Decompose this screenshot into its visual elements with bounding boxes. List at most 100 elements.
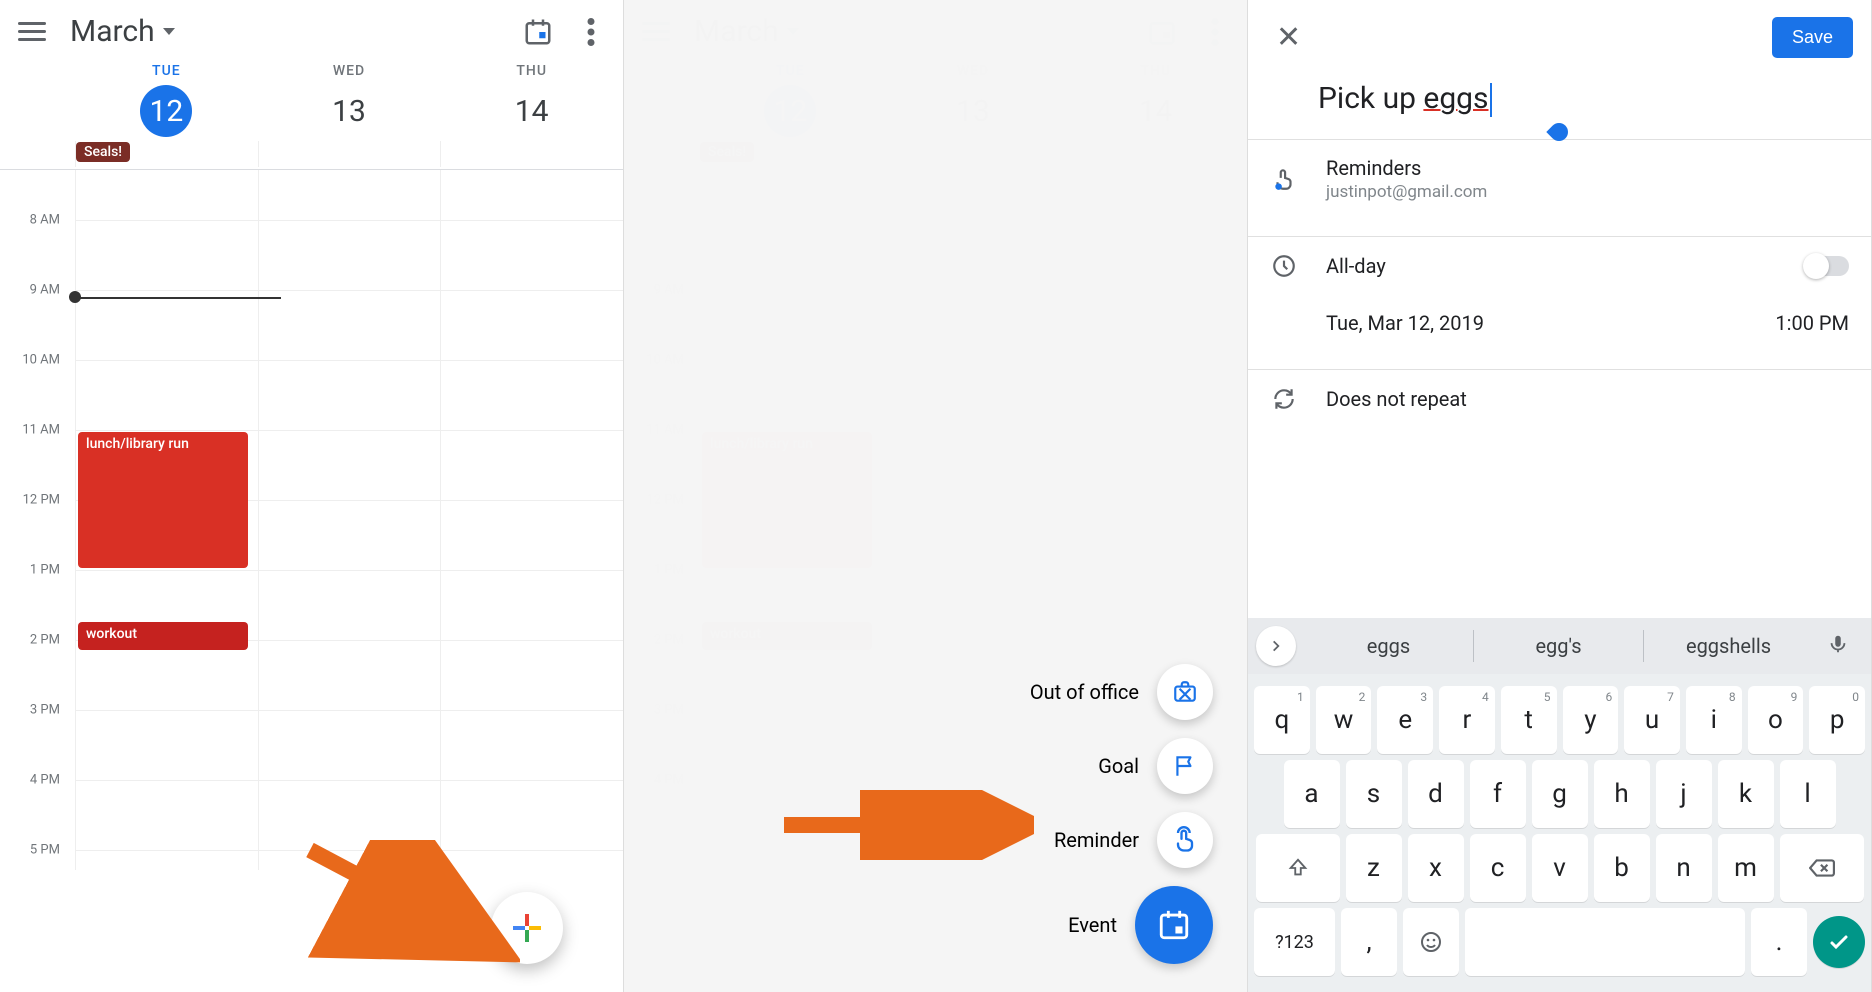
speeddial-label: Event <box>1068 913 1117 937</box>
event-workout[interactable]: workout <box>78 622 248 650</box>
hour-label: 3 PM <box>0 703 70 718</box>
key-k[interactable]: k <box>1718 760 1774 828</box>
key-r[interactable]: r4 <box>1439 686 1495 754</box>
hour-label: 12 PM <box>0 493 70 508</box>
repeat-row[interactable]: Does not repeat <box>1248 370 1871 428</box>
key-h[interactable]: h <box>1594 760 1650 828</box>
flag-icon <box>1157 738 1213 794</box>
key-t[interactable]: t5 <box>1501 686 1557 754</box>
key-e[interactable]: e3 <box>1377 686 1433 754</box>
suggestion-expand-icon[interactable] <box>1256 626 1296 666</box>
finger-tap-icon <box>1270 166 1298 192</box>
shift-icon <box>1287 857 1309 879</box>
key-c[interactable]: c <box>1470 834 1526 902</box>
backspace-icon <box>1809 858 1835 878</box>
create-fab[interactable] <box>491 892 563 964</box>
month-label: March <box>70 14 155 49</box>
hour-label: 10 AM <box>0 353 70 368</box>
key-backspace[interactable] <box>1780 834 1864 902</box>
reminder-account-row[interactable]: Reminders justinpot@gmail.com <box>1248 140 1871 218</box>
key-s[interactable]: s <box>1346 760 1402 828</box>
suggestion-2[interactable]: egg's <box>1474 634 1643 658</box>
month-dropdown[interactable]: March <box>70 14 175 49</box>
key-v[interactable]: v <box>1532 834 1588 902</box>
hour-label: 8 AM <box>0 213 70 228</box>
key-p[interactable]: p0 <box>1809 686 1865 754</box>
calendar-grid[interactable]: 8 AM 9 AM 10 AM 11 AM 12 PM 1 PM 2 PM 3 … <box>0 170 623 870</box>
key-n[interactable]: n <box>1656 834 1712 902</box>
key-shift[interactable] <box>1256 834 1340 902</box>
suggestion-1[interactable]: eggs <box>1304 634 1473 658</box>
key-j[interactable]: j <box>1656 760 1712 828</box>
key-l[interactable]: l <box>1780 760 1836 828</box>
calendar-event-icon <box>1135 886 1213 964</box>
emoji-icon <box>1419 930 1443 954</box>
reminder-title-input[interactable]: Pick up eggs <box>1248 75 1871 121</box>
key-m[interactable]: m <box>1718 834 1774 902</box>
event-lunch[interactable]: lunch/library run <box>78 432 248 568</box>
key-symbols[interactable]: ?123 <box>1254 908 1335 976</box>
key-comma[interactable]: , <box>1341 908 1397 976</box>
allday-label: All-day <box>1326 254 1386 278</box>
key-period[interactable]: . <box>1751 908 1807 976</box>
key-y[interactable]: y6 <box>1563 686 1619 754</box>
key-d[interactable]: d <box>1408 760 1464 828</box>
close-icon[interactable]: ✕ <box>1266 16 1311 59</box>
clock-icon <box>1270 253 1298 279</box>
key-a[interactable]: a <box>1284 760 1340 828</box>
check-icon <box>1827 930 1851 954</box>
menu-icon[interactable] <box>18 17 46 46</box>
key-enter[interactable] <box>1813 916 1865 968</box>
allday-row[interactable]: All-day <box>1248 237 1871 295</box>
key-f[interactable]: f <box>1470 760 1526 828</box>
key-z[interactable]: z <box>1346 834 1402 902</box>
day-number: 14 <box>506 85 558 137</box>
key-o[interactable]: o9 <box>1748 686 1804 754</box>
speeddial-label: Reminder <box>1054 828 1139 852</box>
speeddial-label: Out of office <box>1030 680 1139 704</box>
day-number: 13 <box>323 85 375 137</box>
dow-label: THU <box>440 63 623 79</box>
hour-label: 1 PM <box>0 563 70 578</box>
speeddial-out-of-office[interactable]: Out of office <box>1030 664 1213 720</box>
key-b[interactable]: b <box>1594 834 1650 902</box>
speeddial-event[interactable]: Event <box>1068 886 1213 964</box>
repeat-icon <box>1270 386 1298 412</box>
dow-label: TUE <box>75 63 258 79</box>
key-x[interactable]: x <box>1408 834 1464 902</box>
dow-label: WED <box>258 63 441 79</box>
key-space[interactable] <box>1465 908 1745 976</box>
time-value: 1:00 PM <box>1775 311 1849 335</box>
hour-label: 4 PM <box>0 773 70 788</box>
now-indicator <box>69 291 81 303</box>
hour-label: 2 PM <box>0 633 70 648</box>
repeat-value: Does not repeat <box>1326 387 1467 411</box>
key-q[interactable]: q1 <box>1254 686 1310 754</box>
datetime-row[interactable]: Tue, Mar 12, 2019 1:00 PM <box>1248 295 1871 351</box>
mic-icon[interactable] <box>1827 633 1857 659</box>
key-i[interactable]: i8 <box>1686 686 1742 754</box>
key-w[interactable]: w2 <box>1316 686 1372 754</box>
save-button[interactable]: Save <box>1772 17 1853 58</box>
hour-label: 9 AM <box>0 283 70 298</box>
day-column-tue[interactable]: TUE 12 <box>75 63 258 137</box>
key-g[interactable]: g <box>1532 760 1588 828</box>
allday-event-seals[interactable]: Seals! <box>76 142 130 162</box>
hour-label: 11 AM <box>0 423 70 438</box>
speeddial-goal[interactable]: Goal <box>1098 738 1213 794</box>
onscreen-keyboard: eggs egg's eggshells q1 w2 e3 r4 t5 y6 u… <box>1248 618 1871 992</box>
suggestion-3[interactable]: eggshells <box>1644 634 1813 658</box>
briefcase-icon <box>1157 664 1213 720</box>
day-number: 12 <box>140 85 192 137</box>
key-emoji[interactable] <box>1403 908 1459 976</box>
date-value: Tue, Mar 12, 2019 <box>1326 311 1484 335</box>
speeddial-reminder[interactable]: Reminder <box>1054 812 1213 868</box>
overflow-menu-icon[interactable] <box>577 18 605 46</box>
today-icon[interactable] <box>523 17 553 47</box>
allday-toggle[interactable] <box>1805 256 1849 276</box>
speeddial-label: Goal <box>1098 754 1139 778</box>
day-column-wed[interactable]: WED 13 <box>258 63 441 137</box>
day-column-thu[interactable]: THU 14 <box>440 63 623 137</box>
hour-label: 5 PM <box>0 843 70 858</box>
key-u[interactable]: u7 <box>1624 686 1680 754</box>
